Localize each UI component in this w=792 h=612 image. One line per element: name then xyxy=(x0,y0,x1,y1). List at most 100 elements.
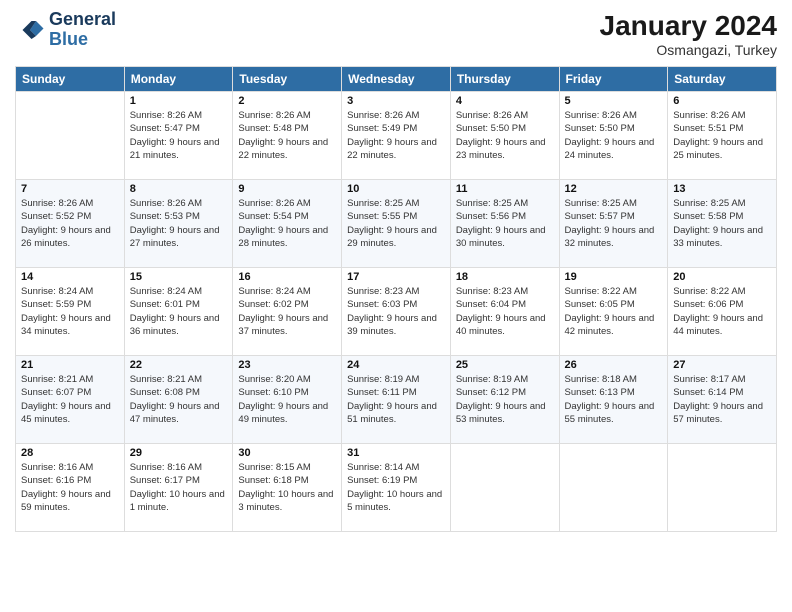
cell-info: Sunrise: 8:22 AM Sunset: 6:05 PM Dayligh… xyxy=(565,285,663,338)
sunset-text: Sunset: 6:01 PM xyxy=(130,298,228,311)
table-row: 26 Sunrise: 8:18 AM Sunset: 6:13 PM Dayl… xyxy=(559,356,668,444)
table-row: 9 Sunrise: 8:26 AM Sunset: 5:54 PM Dayli… xyxy=(233,180,342,268)
table-row: 11 Sunrise: 8:25 AM Sunset: 5:56 PM Dayl… xyxy=(450,180,559,268)
day-number: 27 xyxy=(673,359,771,371)
sunset-text: Sunset: 6:10 PM xyxy=(238,386,336,399)
sunset-text: Sunset: 5:47 PM xyxy=(130,122,228,135)
day-number: 9 xyxy=(238,183,336,195)
daylight-text: Daylight: 9 hours and 53 minutes. xyxy=(456,400,554,427)
cell-info: Sunrise: 8:22 AM Sunset: 6:06 PM Dayligh… xyxy=(673,285,771,338)
day-number: 31 xyxy=(347,447,445,459)
day-number: 19 xyxy=(565,271,663,283)
month-title: January 2024 xyxy=(600,10,777,42)
sunset-text: Sunset: 6:06 PM xyxy=(673,298,771,311)
table-row: 6 Sunrise: 8:26 AM Sunset: 5:51 PM Dayli… xyxy=(668,92,777,180)
table-row: 14 Sunrise: 8:24 AM Sunset: 5:59 PM Dayl… xyxy=(16,268,125,356)
day-number: 18 xyxy=(456,271,554,283)
table-row: 2 Sunrise: 8:26 AM Sunset: 5:48 PM Dayli… xyxy=(233,92,342,180)
cell-info: Sunrise: 8:26 AM Sunset: 5:48 PM Dayligh… xyxy=(238,109,336,162)
table-row xyxy=(668,444,777,532)
sunset-text: Sunset: 5:50 PM xyxy=(565,122,663,135)
day-number: 30 xyxy=(238,447,336,459)
table-row: 31 Sunrise: 8:14 AM Sunset: 6:19 PM Dayl… xyxy=(342,444,451,532)
page: General Blue January 2024 Osmangazi, Tur… xyxy=(0,0,792,612)
day-number: 22 xyxy=(130,359,228,371)
daylight-text: Daylight: 9 hours and 44 minutes. xyxy=(673,312,771,339)
day-number: 5 xyxy=(565,95,663,107)
sunrise-text: Sunrise: 8:22 AM xyxy=(565,285,663,298)
col-sunday: Sunday xyxy=(16,67,125,92)
title-block: January 2024 Osmangazi, Turkey xyxy=(600,10,777,58)
day-number: 8 xyxy=(130,183,228,195)
day-number: 2 xyxy=(238,95,336,107)
table-row: 21 Sunrise: 8:21 AM Sunset: 6:07 PM Dayl… xyxy=(16,356,125,444)
cell-info: Sunrise: 8:21 AM Sunset: 6:07 PM Dayligh… xyxy=(21,373,119,426)
table-row xyxy=(559,444,668,532)
sunset-text: Sunset: 6:03 PM xyxy=(347,298,445,311)
cell-info: Sunrise: 8:25 AM Sunset: 5:55 PM Dayligh… xyxy=(347,197,445,250)
day-number: 15 xyxy=(130,271,228,283)
week-row-4: 28 Sunrise: 8:16 AM Sunset: 6:16 PM Dayl… xyxy=(16,444,777,532)
cell-info: Sunrise: 8:24 AM Sunset: 6:02 PM Dayligh… xyxy=(238,285,336,338)
daylight-text: Daylight: 9 hours and 33 minutes. xyxy=(673,224,771,251)
sunrise-text: Sunrise: 8:18 AM xyxy=(565,373,663,386)
table-row: 16 Sunrise: 8:24 AM Sunset: 6:02 PM Dayl… xyxy=(233,268,342,356)
table-row: 19 Sunrise: 8:22 AM Sunset: 6:05 PM Dayl… xyxy=(559,268,668,356)
cell-info: Sunrise: 8:26 AM Sunset: 5:47 PM Dayligh… xyxy=(130,109,228,162)
sunset-text: Sunset: 6:16 PM xyxy=(21,474,119,487)
daylight-text: Daylight: 9 hours and 32 minutes. xyxy=(565,224,663,251)
day-number: 25 xyxy=(456,359,554,371)
table-row: 13 Sunrise: 8:25 AM Sunset: 5:58 PM Dayl… xyxy=(668,180,777,268)
cell-info: Sunrise: 8:17 AM Sunset: 6:14 PM Dayligh… xyxy=(673,373,771,426)
cell-info: Sunrise: 8:23 AM Sunset: 6:03 PM Dayligh… xyxy=(347,285,445,338)
sunrise-text: Sunrise: 8:20 AM xyxy=(238,373,336,386)
sunrise-text: Sunrise: 8:26 AM xyxy=(456,109,554,122)
table-row: 25 Sunrise: 8:19 AM Sunset: 6:12 PM Dayl… xyxy=(450,356,559,444)
day-number: 1 xyxy=(130,95,228,107)
cell-info: Sunrise: 8:21 AM Sunset: 6:08 PM Dayligh… xyxy=(130,373,228,426)
sunrise-text: Sunrise: 8:16 AM xyxy=(130,461,228,474)
sunrise-text: Sunrise: 8:26 AM xyxy=(238,197,336,210)
day-number: 3 xyxy=(347,95,445,107)
week-row-1: 7 Sunrise: 8:26 AM Sunset: 5:52 PM Dayli… xyxy=(16,180,777,268)
daylight-text: Daylight: 9 hours and 39 minutes. xyxy=(347,312,445,339)
sunset-text: Sunset: 5:53 PM xyxy=(130,210,228,223)
sunrise-text: Sunrise: 8:24 AM xyxy=(238,285,336,298)
cell-info: Sunrise: 8:23 AM Sunset: 6:04 PM Dayligh… xyxy=(456,285,554,338)
table-row: 12 Sunrise: 8:25 AM Sunset: 5:57 PM Dayl… xyxy=(559,180,668,268)
sunset-text: Sunset: 6:17 PM xyxy=(130,474,228,487)
day-number: 23 xyxy=(238,359,336,371)
day-number: 16 xyxy=(238,271,336,283)
header: General Blue January 2024 Osmangazi, Tur… xyxy=(15,10,777,58)
col-monday: Monday xyxy=(124,67,233,92)
table-row: 22 Sunrise: 8:21 AM Sunset: 6:08 PM Dayl… xyxy=(124,356,233,444)
sunrise-text: Sunrise: 8:22 AM xyxy=(673,285,771,298)
sunset-text: Sunset: 5:55 PM xyxy=(347,210,445,223)
daylight-text: Daylight: 10 hours and 3 minutes. xyxy=(238,488,336,515)
table-row: 10 Sunrise: 8:25 AM Sunset: 5:55 PM Dayl… xyxy=(342,180,451,268)
sunrise-text: Sunrise: 8:26 AM xyxy=(565,109,663,122)
daylight-text: Daylight: 10 hours and 5 minutes. xyxy=(347,488,445,515)
sunset-text: Sunset: 5:50 PM xyxy=(456,122,554,135)
sunrise-text: Sunrise: 8:26 AM xyxy=(673,109,771,122)
logo: General Blue xyxy=(15,10,116,50)
daylight-text: Daylight: 9 hours and 40 minutes. xyxy=(456,312,554,339)
table-row xyxy=(16,92,125,180)
cell-info: Sunrise: 8:16 AM Sunset: 6:16 PM Dayligh… xyxy=(21,461,119,514)
sunset-text: Sunset: 5:58 PM xyxy=(673,210,771,223)
cell-info: Sunrise: 8:25 AM Sunset: 5:56 PM Dayligh… xyxy=(456,197,554,250)
sunrise-text: Sunrise: 8:26 AM xyxy=(21,197,119,210)
table-row: 5 Sunrise: 8:26 AM Sunset: 5:50 PM Dayli… xyxy=(559,92,668,180)
daylight-text: Daylight: 9 hours and 34 minutes. xyxy=(21,312,119,339)
calendar: Sunday Monday Tuesday Wednesday Thursday… xyxy=(15,66,777,532)
daylight-text: Daylight: 9 hours and 21 minutes. xyxy=(130,136,228,163)
cell-info: Sunrise: 8:26 AM Sunset: 5:54 PM Dayligh… xyxy=(238,197,336,250)
cell-info: Sunrise: 8:26 AM Sunset: 5:53 PM Dayligh… xyxy=(130,197,228,250)
daylight-text: Daylight: 9 hours and 42 minutes. xyxy=(565,312,663,339)
daylight-text: Daylight: 9 hours and 26 minutes. xyxy=(21,224,119,251)
daylight-text: Daylight: 9 hours and 28 minutes. xyxy=(238,224,336,251)
daylight-text: Daylight: 9 hours and 27 minutes. xyxy=(130,224,228,251)
week-row-2: 14 Sunrise: 8:24 AM Sunset: 5:59 PM Dayl… xyxy=(16,268,777,356)
sunset-text: Sunset: 6:12 PM xyxy=(456,386,554,399)
sunset-text: Sunset: 5:57 PM xyxy=(565,210,663,223)
